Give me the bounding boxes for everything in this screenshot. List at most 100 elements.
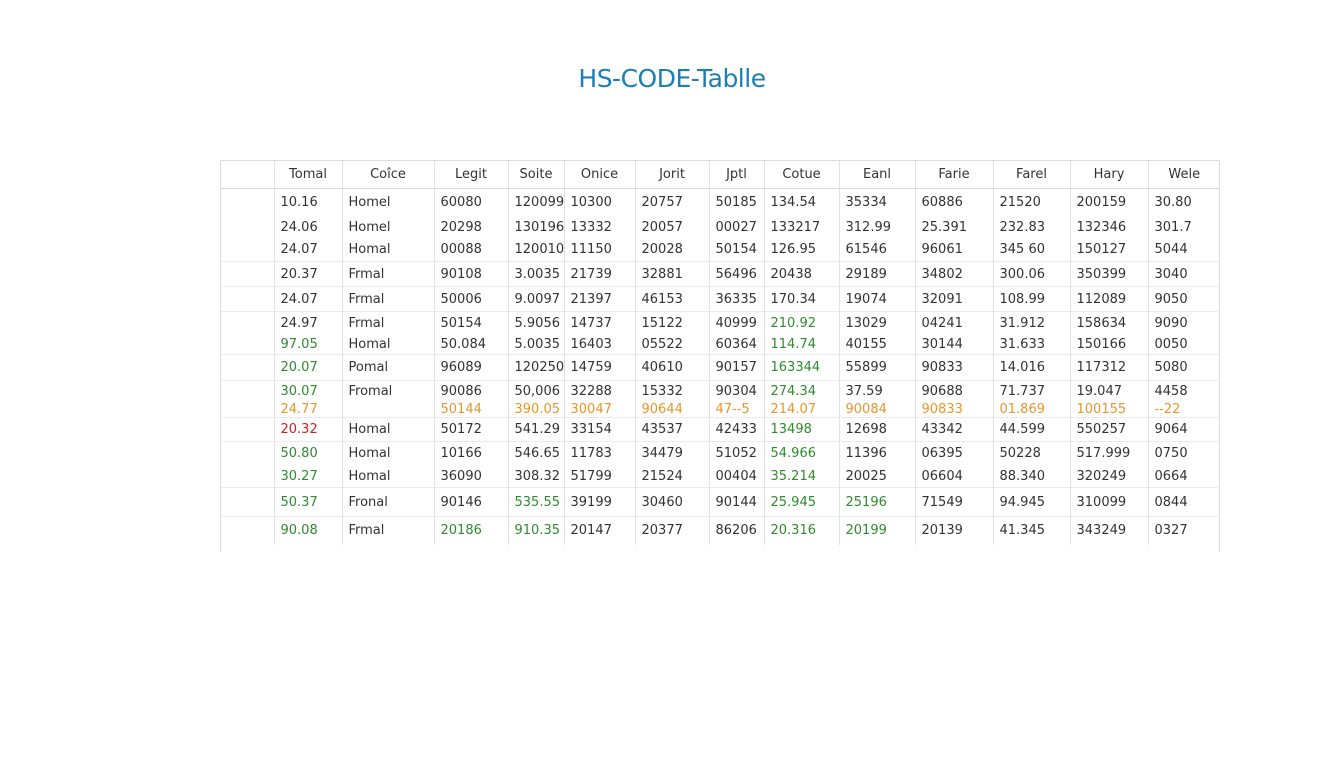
column-header[interactable]: Jptl	[709, 161, 765, 189]
table-cell: 120250	[508, 354, 565, 381]
column-header[interactable]: Legit	[434, 161, 509, 189]
column-header[interactable]: Wele	[1148, 161, 1220, 189]
table-cell: 14737	[564, 311, 636, 336]
table-row[interactable]: 24.06 Homel 20298 130196 13332 20057 00027 1332…	[221, 215, 1220, 239]
column-header[interactable]: Hary	[1070, 161, 1149, 189]
table-cell: 97.05	[274, 335, 343, 355]
table-cell: 150127	[1070, 238, 1149, 262]
table-cell: 41.345	[993, 516, 1071, 545]
row-index-cell	[221, 441, 275, 466]
table-cell: 550257	[1070, 417, 1149, 442]
table-cell: 21524	[635, 465, 710, 488]
column-header[interactable]: Eanl	[839, 161, 916, 189]
table-cell: 21520	[993, 188, 1071, 216]
table-cell: 90644	[635, 401, 710, 418]
table-cell: 132346	[1070, 215, 1149, 239]
table-cell: 5.0035	[508, 335, 565, 355]
table-cell: 90688	[915, 380, 994, 402]
table-cell: 300.06	[993, 261, 1071, 287]
table-cell: 50172	[434, 417, 509, 442]
table-cell: 00088	[434, 238, 509, 262]
row-index-cell	[221, 380, 275, 402]
table-row[interactable]: 20.07 Pomal 96089 120250 14759 40610 90157 1633…	[221, 354, 1220, 381]
table-cell: 35.214	[764, 465, 840, 488]
table-cell: 60080	[434, 188, 509, 216]
table-cell: Frmal	[342, 261, 435, 287]
table-cell: 90086	[434, 380, 509, 402]
table-cell: 20757	[635, 188, 710, 216]
table-cell: 10300	[564, 188, 636, 216]
table-cell: 210.92	[764, 311, 840, 336]
column-header[interactable]: Coîce	[342, 161, 435, 189]
table-cell: 34479	[635, 441, 710, 466]
table-row[interactable]: 24.07 Homal 00088 120010 11150 20028 50154 126.…	[221, 238, 1220, 262]
column-header[interactable]: Cotue	[764, 161, 840, 189]
table-cell: 60886	[915, 188, 994, 216]
table-cell: 310099	[1070, 487, 1149, 517]
table-row[interactable]: 30.07 Fromal 90086 50,006 32288 15332 90304 274…	[221, 380, 1220, 402]
column-header[interactable]: Farel	[993, 161, 1071, 189]
table-row[interactable]: 24.77 50144 390.05 30047 90644 47--5 214.07 900…	[221, 401, 1220, 418]
row-index-cell	[221, 401, 275, 418]
column-header[interactable]: Tomal	[274, 161, 343, 189]
column-header[interactable]: Soite	[508, 161, 565, 189]
table-row[interactable]: 50.80 Homal 10166 546.65 11783 34479 51052 54.9…	[221, 441, 1220, 466]
table-row[interactable]: 20.32 Homal 50172 541.29 33154 43537 42433 1349…	[221, 417, 1220, 442]
table-cell: 3.0035	[508, 261, 565, 287]
table-cell: 20.32	[274, 417, 343, 442]
table-cell: 0664	[1154, 468, 1188, 484]
column-header[interactable]: Farie	[915, 161, 994, 189]
header-row: Tomal Coîce Legit Soite Onice Jorit Jptl Cotue E…	[221, 161, 1220, 189]
table-cell: 24.06	[274, 215, 343, 239]
row-index-cell	[221, 215, 275, 239]
table-row[interactable]: 20.37 Frmal 90108 3.0035 21739 32881 56496 2043…	[221, 261, 1220, 287]
table-cell: 37.59	[839, 380, 916, 402]
table-row[interactable]: 10.16 Homel 60080 120099 10300 20757 50185 134.…	[221, 188, 1220, 216]
table-cell: 16403	[564, 335, 636, 355]
table-cell: 50.80	[274, 441, 343, 466]
table-cell: 60364	[709, 335, 765, 355]
table-cell: 05522	[635, 335, 710, 355]
table-cell: 117312	[1070, 354, 1149, 381]
table-cell: 32288	[564, 380, 636, 402]
table-cell: 96089	[434, 354, 509, 381]
table-cell: Pomal	[342, 354, 435, 381]
table-row[interactable]: 50.37 Fronal 90146 535.55 39199 30460 90144 25.…	[221, 487, 1220, 517]
table-cell: 9064	[1148, 417, 1220, 442]
table-cell: 24.07	[274, 286, 343, 312]
row-index-cell	[221, 465, 275, 488]
page-title: HS-CODE-Tablle	[578, 64, 766, 93]
column-header[interactable]: Jorit	[635, 161, 710, 189]
row-index-cell	[221, 311, 275, 336]
table-cell: 50185	[709, 188, 765, 216]
table-cell: 30.80	[1154, 194, 1192, 210]
table-cell: 34802	[915, 261, 994, 287]
table-cell: 40155	[839, 335, 916, 355]
table-cell: 24.97	[274, 311, 343, 336]
table-cell: 320249	[1070, 465, 1149, 488]
table-cell: 120010	[508, 238, 565, 262]
table-cell: 10166	[434, 441, 509, 466]
table-cell: 71549	[915, 487, 994, 517]
table-cell: 50144	[434, 401, 509, 418]
table-cell: 9.0097	[508, 286, 565, 312]
table-row[interactable]: 30.27 Homal 36090 308.32 51799 21524 00404 35.2…	[221, 465, 1220, 488]
table-cell: 21397	[564, 286, 636, 312]
table-row[interactable]: 24.07 Frmal 50006 9.0097 21397 46153 36335 170.…	[221, 286, 1220, 312]
table-row[interactable]: 90.08 Frmal 20186 910.35 20147 20377 86206 20.3…	[221, 516, 1220, 545]
table-cell: 0327	[1148, 516, 1220, 545]
table-cell: 32881	[635, 261, 710, 287]
table-cell: Homal	[342, 465, 435, 488]
table-row[interactable]: 24.97 Frmal 50154 5.9056 14737 15122 40999 210.…	[221, 311, 1220, 336]
table-cell: 3040	[1148, 261, 1220, 287]
table-cell: 33154	[564, 417, 636, 442]
table-cell: 50154	[434, 311, 509, 336]
column-header[interactable]	[221, 161, 275, 189]
table-cell: 120099	[508, 188, 565, 216]
table-cell: Fronal	[342, 487, 435, 517]
column-header[interactable]: Onice	[564, 161, 636, 189]
row-index-cell	[221, 188, 275, 216]
table-row[interactable]: 97.05 Homal 50.084 5.0035 16403 05522 60364 114…	[221, 335, 1220, 355]
table-cell: 158634	[1070, 311, 1149, 336]
table-cell: 20147	[564, 516, 636, 545]
